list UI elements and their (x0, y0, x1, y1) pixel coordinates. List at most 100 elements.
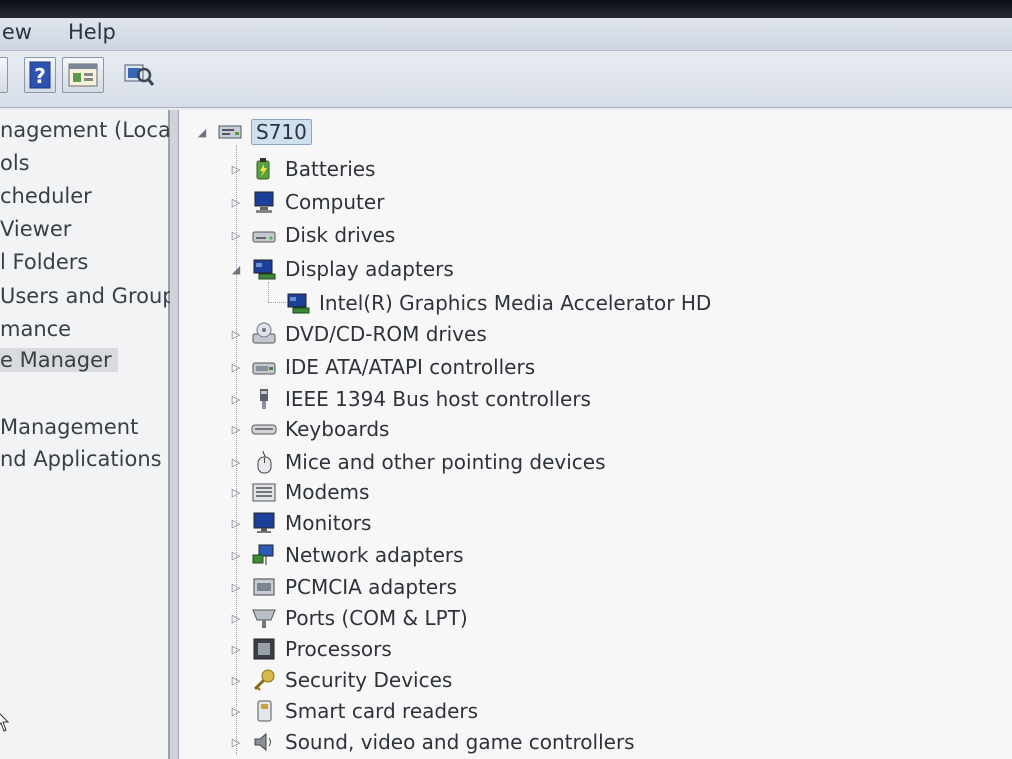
tree-item-task-scheduler[interactable]: cheduler (0, 184, 92, 208)
screen-bezel (0, 0, 1012, 20)
expand-arrow-icon[interactable]: ▷ (229, 393, 243, 406)
tree-row-ports[interactable]: ▷ Ports (COM & LPT) (229, 603, 468, 633)
category-label[interactable]: Batteries (285, 157, 375, 181)
svg-text:?: ? (34, 64, 46, 88)
tree-item-shared-folders[interactable]: l Folders (0, 250, 88, 274)
category-label[interactable]: Computer (285, 190, 384, 214)
category-label[interactable]: Processors (285, 637, 392, 661)
expand-arrow-icon[interactable]: ▷ (229, 643, 243, 656)
expand-arrow-icon[interactable]: ▷ (229, 736, 243, 749)
expand-arrow-icon[interactable]: ▷ (229, 549, 243, 562)
dvd-icon (251, 322, 277, 346)
keyboard-icon (251, 417, 277, 441)
category-label[interactable]: Network adapters (285, 543, 464, 567)
sound-icon (251, 730, 277, 754)
expand-arrow-icon[interactable]: ▷ (229, 456, 243, 469)
monitor-icon (251, 511, 277, 535)
category-label[interactable]: IEEE 1394 Bus host controllers (285, 387, 591, 411)
tree-row-pcmcia[interactable]: ▷ PCMCIA adapters (229, 572, 457, 602)
expand-arrow-icon[interactable]: ▷ (229, 423, 243, 436)
tree-item-computer-management[interactable]: nagement (Local (0, 118, 177, 142)
tree-row-network-adapters[interactable]: ▷ Network adapters (229, 540, 464, 570)
tree-row-ide-controllers[interactable]: ▷ IDE ATA/ATAPI controllers (229, 352, 535, 382)
tree-row-disk-drives[interactable]: ▷ Disk drives (229, 220, 396, 250)
tree-connector-line-child-h (268, 302, 286, 303)
mouse-cursor-icon (0, 713, 10, 732)
tree-row-mice[interactable]: ▷ Mice and other pointing devices (229, 447, 606, 477)
tree-row-ieee1394[interactable]: ▷ IEEE 1394 Bus host controllers (229, 384, 591, 414)
menu-view[interactable]: iew (0, 20, 32, 44)
expand-arrow-icon[interactable]: ▷ (229, 328, 243, 341)
pcmcia-icon (251, 575, 277, 599)
tree-item-system-tools[interactable]: ols (0, 151, 30, 175)
display-adapter-icon (285, 291, 311, 315)
tree-row-keyboards[interactable]: ▷ Keyboards (229, 414, 390, 444)
tree-row-dvd-drives[interactable]: ▷ DVD/CD-ROM drives (229, 319, 487, 349)
expand-arrow-icon[interactable]: ▷ (229, 229, 243, 242)
expand-arrow-icon[interactable]: ▷ (229, 486, 243, 499)
tree-item-services-applications[interactable]: nd Applications (0, 447, 162, 471)
menu-bar: iew Help (0, 18, 1012, 51)
category-label[interactable]: Display adapters (285, 257, 454, 281)
category-label[interactable]: Mice and other pointing devices (285, 450, 606, 474)
category-label[interactable]: Modems (285, 480, 369, 504)
expand-arrow-icon[interactable]: ▷ (229, 361, 243, 374)
collapse-arrow-icon[interactable]: ◢ (195, 126, 209, 139)
category-label[interactable]: Smart card readers (285, 699, 478, 723)
tree-row-sound-video-game[interactable]: ▷ Sound, video and game controllers (229, 727, 635, 757)
display-adapter-icon (251, 257, 277, 281)
tree-item-event-viewer[interactable]: Viewer (0, 217, 71, 241)
pane-splitter[interactable] (170, 110, 179, 759)
console-button[interactable] (62, 57, 104, 93)
tree-row-security-devices[interactable]: ▷ Security Devices (229, 665, 453, 695)
help-icon: ? (29, 61, 51, 89)
expand-arrow-icon[interactable]: ▷ (229, 517, 243, 530)
category-label[interactable]: Sound, video and game controllers (285, 730, 635, 754)
tree-item-disk-management[interactable]: Management (0, 415, 138, 439)
device-label[interactable]: Intel(R) Graphics Media Accelerator HD (319, 291, 711, 315)
tree-row-processors[interactable]: ▷ Processors (229, 634, 392, 664)
tree-row-display-adapters[interactable]: ◢ Display adapters (229, 254, 454, 284)
category-label[interactable]: PCMCIA adapters (285, 575, 457, 599)
collapse-arrow-icon[interactable]: ◢ (229, 263, 243, 276)
category-label[interactable]: Disk drives (285, 223, 395, 247)
expand-arrow-icon[interactable]: ▷ (229, 196, 243, 209)
scan-hardware-icon (124, 64, 155, 86)
scan-hardware-button[interactable] (122, 57, 155, 91)
tree-row-computer[interactable]: ▷ Computer (229, 187, 385, 217)
ports-icon (251, 606, 277, 630)
device-manager-window: iew Help ? (0, 0, 1012, 759)
modem-icon (251, 480, 277, 504)
tree-row-smart-card-readers[interactable]: ▷ Smart card readers (229, 696, 478, 726)
help-button[interactable]: ? (24, 57, 56, 93)
expand-arrow-icon[interactable]: ▷ (229, 163, 243, 176)
expand-arrow-icon[interactable]: ▷ (229, 705, 243, 718)
category-label[interactable]: Ports (COM & LPT) (285, 606, 468, 630)
category-label[interactable]: DVD/CD-ROM drives (285, 322, 487, 346)
tree-item-performance[interactable]: mance (0, 317, 71, 341)
expand-arrow-icon[interactable]: ▷ (229, 612, 243, 625)
mouse-icon (251, 450, 277, 474)
console-tree-pane: nagement (Local ols cheduler Viewer l Fo… (0, 110, 187, 759)
category-label[interactable]: Keyboards (285, 417, 389, 441)
tree-row-intel-gma-hd[interactable]: Intel(R) Graphics Media Accelerator HD (285, 288, 711, 318)
category-label[interactable]: Security Devices (285, 668, 452, 692)
expand-arrow-icon[interactable]: ▷ (229, 674, 243, 687)
tree-connector-line-child (268, 282, 269, 302)
processor-icon (251, 637, 277, 661)
category-label[interactable]: Monitors (285, 511, 371, 535)
ide-controller-icon (251, 355, 277, 379)
expand-arrow-icon[interactable]: ▷ (229, 581, 243, 594)
tree-item-local-users-groups[interactable]: Users and Groups (0, 284, 187, 308)
tree-item-device-manager[interactable]: e Manager (0, 348, 118, 372)
battery-icon (251, 157, 277, 181)
disk-drive-icon (251, 223, 277, 247)
tree-row-batteries[interactable]: ▷ Batteries (229, 154, 376, 184)
tree-row-modems[interactable]: ▷ Modems (229, 477, 370, 507)
menu-help[interactable]: Help (68, 20, 116, 44)
toolbar-button-partial[interactable] (0, 57, 8, 93)
tree-row-root[interactable]: ◢ S710 (195, 117, 312, 147)
root-computer-label[interactable]: S710 (251, 119, 312, 145)
category-label[interactable]: IDE ATA/ATAPI controllers (285, 355, 535, 379)
tree-row-monitors[interactable]: ▷ Monitors (229, 508, 372, 538)
